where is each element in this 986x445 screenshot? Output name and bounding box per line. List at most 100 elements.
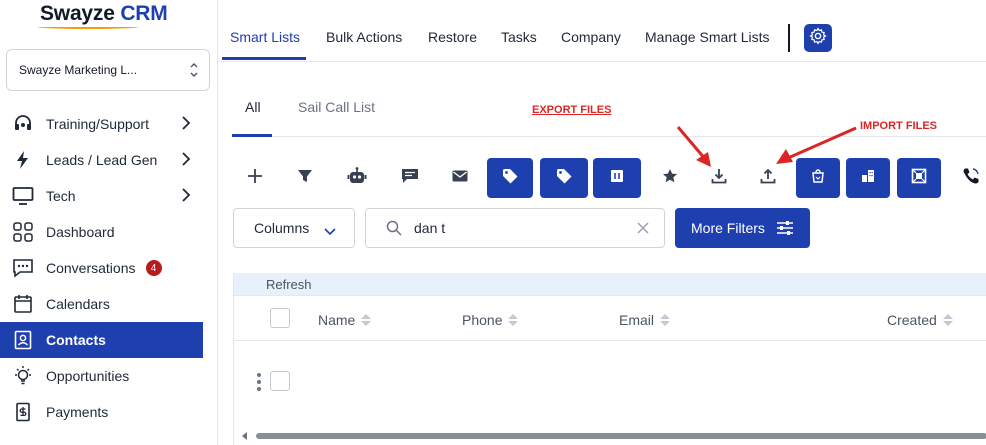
row-checkbox[interactable] xyxy=(270,371,290,391)
sidebar-item-label: Training/Support xyxy=(46,116,149,132)
sort-icon xyxy=(508,314,519,326)
tab-smart-lists[interactable]: Smart Lists xyxy=(230,29,300,45)
delete-contacts-button[interactable] xyxy=(593,158,641,198)
send-email-button[interactable] xyxy=(438,158,482,198)
filter-icon xyxy=(297,168,313,189)
search-input[interactable] xyxy=(414,220,614,236)
unread-badge: 4 xyxy=(145,260,162,276)
message-icon xyxy=(401,168,419,189)
table-header: Name Phone Email Created xyxy=(234,295,986,341)
column-header-email[interactable]: Email xyxy=(619,312,671,328)
import-button[interactable] xyxy=(746,158,790,198)
column-header-created[interactable]: Created xyxy=(887,312,953,328)
chevron-right-icon xyxy=(181,187,191,206)
column-header-name[interactable]: Name xyxy=(318,312,372,328)
sidebar-item-label: Conversations xyxy=(46,260,136,276)
scrollbar-thumb[interactable] xyxy=(256,433,986,439)
sidebar-item-label: Payments xyxy=(46,404,109,420)
chevron-right-icon xyxy=(181,151,191,170)
subtab-all[interactable]: All xyxy=(245,99,261,115)
chevron-right-icon xyxy=(181,115,191,134)
sidebar-item-tech[interactable]: Tech xyxy=(0,178,203,214)
search-icon xyxy=(386,220,402,236)
contact-card-icon xyxy=(12,329,34,351)
column-header-phone[interactable]: Phone xyxy=(462,312,519,328)
merge-icon xyxy=(911,168,927,189)
chevron-updown-icon xyxy=(189,59,199,84)
active-tab-indicator xyxy=(222,57,306,60)
favorite-button[interactable] xyxy=(648,158,692,198)
tag-add-icon xyxy=(502,168,518,189)
sidebar-item-contacts[interactable]: Contacts xyxy=(0,322,203,358)
remove-tag-button[interactable] xyxy=(540,158,588,198)
bolt-icon xyxy=(12,149,34,171)
lightbulb-icon xyxy=(12,365,34,387)
sliders-icon xyxy=(776,220,794,239)
sidebar-item-leads[interactable]: Leads / Lead Gen xyxy=(0,142,203,178)
sort-icon xyxy=(361,314,372,326)
download-icon xyxy=(711,168,727,189)
merge-button[interactable] xyxy=(897,158,941,198)
headset-icon xyxy=(12,113,34,135)
sidebar-item-training-support[interactable]: Training/Support xyxy=(0,106,203,142)
sidebar-item-label: Tech xyxy=(46,188,76,204)
more-filters-label: More Filters xyxy=(691,220,765,236)
sidebar-item-opportunities[interactable]: Opportunities xyxy=(0,358,203,394)
monitor-icon xyxy=(12,185,34,207)
select-all-checkbox[interactable] xyxy=(270,308,290,328)
tab-tasks[interactable]: Tasks xyxy=(501,29,537,45)
company-button[interactable] xyxy=(846,158,890,198)
sidebar-item-conversations[interactable]: Conversations 4 xyxy=(0,250,203,286)
account-switcher[interactable]: Swayze Marketing L... xyxy=(6,49,210,91)
upload-icon xyxy=(760,168,776,189)
sort-icon xyxy=(942,314,953,326)
sidebar-item-label: Calendars xyxy=(46,296,110,312)
subtab-sail-call-list[interactable]: Sail Call List xyxy=(298,99,375,115)
tab-bulk-actions[interactable]: Bulk Actions xyxy=(326,29,402,45)
tab-company[interactable]: Company xyxy=(561,29,621,45)
export-button[interactable] xyxy=(697,158,741,198)
more-filters-button[interactable]: More Filters xyxy=(675,208,810,248)
clear-search-icon[interactable] xyxy=(636,221,650,240)
refresh-bar: Refresh xyxy=(234,273,986,295)
chat-icon xyxy=(12,257,34,279)
tab-restore[interactable]: Restore xyxy=(428,29,477,45)
row-drag-handle-icon[interactable] xyxy=(257,373,261,391)
app-root: Swayze CRM Swayze Marketing L... Trainin… xyxy=(0,0,986,445)
sidebar-item-payments[interactable]: Payments xyxy=(0,394,203,430)
send-sms-button[interactable] xyxy=(388,158,432,198)
refresh-link[interactable]: Refresh xyxy=(266,277,312,292)
sidebar-nav: Training/Support Leads / Lead Gen Tech D… xyxy=(0,106,203,430)
add-to-campaign-button[interactable] xyxy=(796,158,840,198)
add-tag-button[interactable] xyxy=(487,158,533,198)
sort-icon xyxy=(660,314,671,326)
scroll-left-icon[interactable] xyxy=(242,432,247,440)
horizontal-scrollbar[interactable] xyxy=(238,431,986,441)
workflow-button[interactable] xyxy=(335,158,379,198)
receipt-icon xyxy=(12,401,34,423)
gear-icon xyxy=(809,26,827,50)
sidebar-item-dashboard[interactable]: Dashboard xyxy=(0,214,203,250)
tab-manage-smart-lists[interactable]: Manage Smart Lists xyxy=(645,29,770,45)
divider xyxy=(788,24,790,52)
subtab-divider xyxy=(232,136,986,137)
account-name: Swayze Marketing L... xyxy=(19,63,138,77)
mail-icon xyxy=(452,169,468,187)
columns-dropdown[interactable]: Columns xyxy=(233,208,355,248)
sidebar: Swayze CRM Swayze Marketing L... Trainin… xyxy=(0,0,218,445)
robot-icon xyxy=(347,166,367,190)
filter-button[interactable] xyxy=(283,158,327,198)
search-box xyxy=(365,208,665,248)
sidebar-item-label: Dashboard xyxy=(46,224,115,240)
call-button[interactable] xyxy=(948,158,986,198)
grid-icon xyxy=(12,221,34,243)
building-icon xyxy=(860,169,876,188)
logo-swoosh xyxy=(38,25,138,29)
logo: Swayze CRM xyxy=(40,2,168,25)
columns-label: Columns xyxy=(254,220,310,236)
settings-button[interactable] xyxy=(804,24,832,52)
sidebar-item-label: Opportunities xyxy=(46,368,130,384)
sidebar-item-calendars[interactable]: Calendars xyxy=(0,286,203,322)
add-contact-button[interactable] xyxy=(233,158,277,198)
sidebar-item-label: Leads / Lead Gen xyxy=(46,152,158,168)
